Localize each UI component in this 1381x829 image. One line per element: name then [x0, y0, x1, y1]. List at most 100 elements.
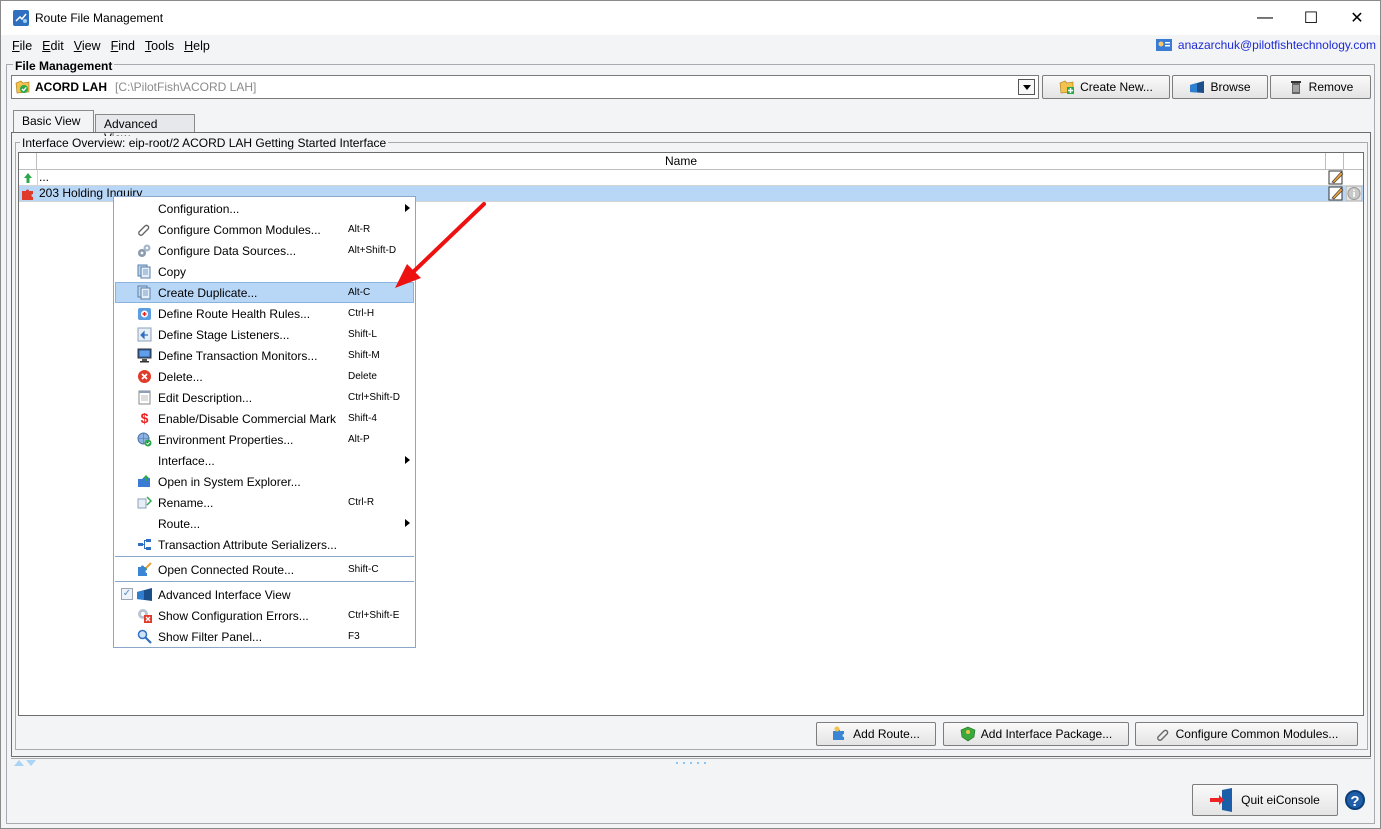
- create-new-button[interactable]: Create New...: [1042, 75, 1170, 99]
- menu-item-shortcut: Ctrl+Shift-E: [348, 610, 400, 621]
- menu-item-label: Enable/Disable Commercial Mark: [158, 412, 337, 426]
- menu-tools[interactable]: Tools: [145, 39, 174, 53]
- menu-item-open-connected-route[interactable]: Open Connected Route... Shift-C: [115, 559, 414, 580]
- user-email[interactable]: anazarchuk@pilotfishtechnology.com: [1178, 38, 1376, 52]
- menu-item-label: Configuration...: [158, 202, 240, 216]
- info-icon[interactable]: [1346, 186, 1362, 201]
- menu-item-define-stage-listeners[interactable]: Define Stage Listeners... Shift-L: [115, 324, 414, 345]
- folder-open-icon: [138, 475, 150, 487]
- menu-item-shortcut: Alt-C: [348, 287, 371, 298]
- file-management-label: File Management: [13, 59, 115, 73]
- listener-icon: [137, 327, 152, 342]
- menu-item-environment-properties[interactable]: Environment Properties... Alt-P: [115, 429, 414, 450]
- column-header-edit[interactable]: [1326, 153, 1344, 170]
- column-header-icon[interactable]: [19, 153, 37, 170]
- row-separator: [37, 186, 38, 202]
- split-divider[interactable]: [11, 758, 1371, 759]
- menu-find[interactable]: Find: [111, 39, 135, 53]
- menu-item-advanced-interface-view[interactable]: ✓ Advanced Interface View: [115, 584, 414, 605]
- quit-eiconsole-button[interactable]: Quit eiConsole: [1192, 784, 1338, 816]
- title-bar: Route File Management — ☐ ✕: [1, 1, 1380, 35]
- tab-basic-view[interactable]: Basic View: [13, 110, 94, 132]
- table-row[interactable]: ...: [19, 170, 1363, 186]
- serializer-icon: [138, 539, 151, 550]
- collapse-up-icon[interactable]: [14, 760, 24, 766]
- menu-item-define-route-health-rules[interactable]: Define Route Health Rules... Ctrl-H: [115, 303, 414, 324]
- advanced-view-icon: [137, 588, 152, 601]
- help-icon: ?: [1350, 793, 1360, 810]
- menu-item-label: Define Transaction Monitors...: [158, 349, 318, 363]
- user-card-icon: [1155, 39, 1172, 51]
- window-title: Route File Management: [35, 11, 164, 25]
- project-name: ACORD LAH: [35, 80, 107, 94]
- collapse-down-icon[interactable]: [26, 760, 36, 766]
- submenu-arrow-icon: [405, 204, 410, 212]
- gears-icon: [138, 244, 151, 257]
- interface-package-icon: [960, 726, 976, 742]
- menu-item-shortcut: Ctrl+Shift-D: [348, 392, 400, 403]
- menu-item-show-filter-panel[interactable]: Show Filter Panel... F3: [115, 626, 414, 647]
- remove-button[interactable]: Remove: [1270, 75, 1371, 99]
- menu-item-create-duplicate[interactable]: Create Duplicate... Alt-C: [115, 282, 414, 303]
- browse-icon: [1190, 81, 1205, 93]
- chain-link-icon: [1156, 729, 1168, 741]
- app-icon: [13, 10, 29, 26]
- menu-item-delete[interactable]: Delete... Delete: [115, 366, 414, 387]
- menu-item-rename[interactable]: Rename... Ctrl-R: [115, 492, 414, 513]
- menu-item-interface[interactable]: Interface...: [115, 450, 414, 471]
- configure-common-modules-button[interactable]: Configure Common Modules...: [1135, 722, 1358, 746]
- route-puzzle-icon: [22, 189, 33, 200]
- menu-item-label: Interface...: [158, 454, 215, 468]
- close-button[interactable]: ✕: [1334, 1, 1380, 35]
- split-arrows[interactable]: [14, 760, 36, 766]
- edit-icon[interactable]: [1328, 186, 1344, 201]
- menu-item-configure-common-modules[interactable]: Configure Common Modules... Alt-R: [115, 219, 414, 240]
- add-route-button[interactable]: Add Route...: [816, 722, 936, 746]
- menu-item-label: Show Configuration Errors...: [158, 609, 309, 623]
- help-button[interactable]: ?: [1345, 790, 1365, 810]
- menu-help[interactable]: Help: [184, 39, 210, 53]
- menu-item-route[interactable]: Route...: [115, 513, 414, 534]
- menu-item-label: Show Filter Panel...: [158, 630, 263, 644]
- menu-item-configuration[interactable]: Configuration...: [115, 198, 414, 219]
- menu-item-label: Rename...: [158, 496, 214, 510]
- menu-find-rest: ind: [118, 38, 135, 53]
- menu-item-configure-data-sources[interactable]: Configure Data Sources... Alt+Shift-D: [115, 240, 414, 261]
- menu-item-label: Copy: [158, 265, 187, 279]
- browse-button[interactable]: Browse: [1172, 75, 1268, 99]
- menu-edit[interactable]: Edit: [42, 39, 64, 53]
- project-select[interactable]: ACORD LAH [C:\PilotFish\ACORD LAH]: [11, 75, 1039, 99]
- tab-advanced-view[interactable]: Advanced View: [95, 114, 195, 145]
- add-interface-package-button[interactable]: Add Interface Package...: [943, 722, 1129, 746]
- minimize-button[interactable]: —: [1242, 1, 1288, 35]
- close-icon: ✕: [1350, 10, 1364, 27]
- menu-file[interactable]: File: [12, 39, 32, 53]
- add-route-icon: [833, 726, 845, 740]
- menu-item-open-in-system-explorer[interactable]: Open in System Explorer...: [115, 471, 414, 492]
- split-grip[interactable]: [676, 762, 706, 764]
- menu-item-edit-description[interactable]: Edit Description... Ctrl+Shift-D: [115, 387, 414, 408]
- dropdown-arrow-icon[interactable]: [1018, 79, 1035, 95]
- globe-check-icon: [137, 432, 152, 447]
- menu-item-copy[interactable]: Copy: [115, 261, 414, 282]
- menu-item-label: Define Route Health Rules...: [158, 307, 311, 321]
- menu-item-label: Create Duplicate...: [158, 286, 258, 300]
- user-account[interactable]: anazarchuk@pilotfishtechnology.com: [1155, 38, 1376, 52]
- column-header-name[interactable]: Name: [37, 153, 1326, 170]
- project-path: [C:\PilotFish\ACORD LAH]: [115, 80, 257, 94]
- menu-item-define-transaction-monitors[interactable]: Define Transaction Monitors... Shift-M: [115, 345, 414, 366]
- menu-item-show-configuration-errors[interactable]: Show Configuration Errors... Ctrl+Shift-…: [115, 605, 414, 626]
- column-header-info[interactable]: [1344, 153, 1363, 170]
- checkbox-checked-icon[interactable]: ✓: [121, 588, 133, 600]
- menu-item-shortcut: Shift-L: [348, 329, 377, 340]
- chain-link-icon: [138, 224, 150, 236]
- menu-view[interactable]: View: [74, 39, 101, 53]
- menu-item-enable-disable-commercial-mark[interactable]: $ Enable/Disable Commercial Mark Shift-4: [115, 408, 414, 429]
- maximize-button[interactable]: ☐: [1288, 1, 1334, 35]
- menu-file-rest: ile: [19, 38, 33, 53]
- menu-item-transaction-attribute-serializers[interactable]: Transaction Attribute Serializers...: [115, 534, 414, 555]
- edit-icon[interactable]: [1328, 170, 1344, 185]
- menu-item-shortcut: F3: [348, 631, 360, 642]
- menu-item-label: Transaction Attribute Serializers...: [158, 538, 337, 552]
- menu-item-shortcut: Alt+Shift-D: [348, 245, 397, 256]
